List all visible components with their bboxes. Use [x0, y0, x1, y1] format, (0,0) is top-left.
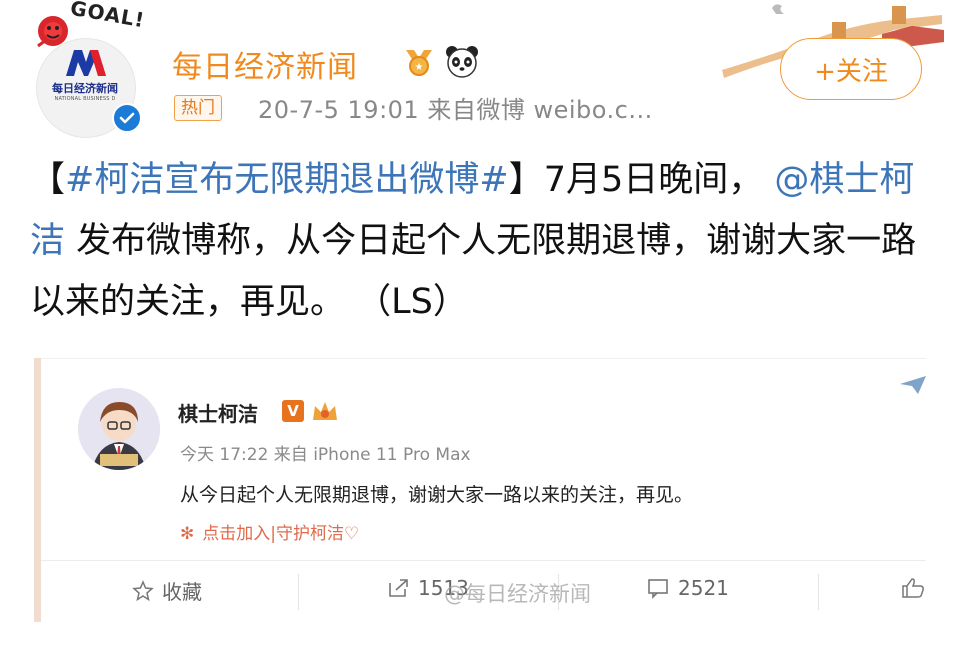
fan-group-link[interactable]: ✻ 点击加入|守护柯洁♡	[180, 519, 359, 544]
account-name[interactable]: 每日经济新闻	[172, 42, 358, 86]
verified-icon	[112, 103, 142, 133]
embed-top-border	[41, 358, 926, 359]
medal-badge-icon: ★	[406, 50, 432, 76]
avatar-logo-en: NATIONAL BUSINESS D	[54, 96, 116, 102]
comment-button[interactable]: 2521	[646, 576, 729, 600]
fan-group-label: 点击加入|守护柯洁♡	[202, 524, 360, 544]
star-icon	[132, 579, 154, 601]
weibo-watermark: @每日经济新闻	[444, 582, 591, 606]
panda-badge-icon	[446, 46, 478, 78]
post-text-b: 发布微博称，从今日起个人无限期退博，谢谢大家一路以来的关注，再见。 （LS）	[30, 221, 917, 322]
comment-count: 2521	[678, 576, 729, 600]
embedded-username[interactable]: 棋士柯洁	[178, 398, 258, 427]
action-separator	[818, 574, 819, 610]
verified-v-icon: V	[282, 400, 304, 422]
follow-button[interactable]: +关注	[780, 38, 922, 100]
bracket-close: 】	[508, 160, 544, 200]
bracket-open: 【	[30, 160, 66, 200]
embedded-meta: 今天 17:22 来自 iPhone 11 Pro Max	[180, 445, 471, 465]
action-separator	[298, 574, 299, 610]
vip-crown-icon	[313, 402, 337, 420]
embedded-text: 从今日起个人无限期退博，谢谢大家一路以来的关注，再见。	[180, 484, 694, 506]
post-meta: 20-7-5 19:01 来自微博 weibo.c...	[258, 96, 653, 124]
action-bar-divider	[41, 560, 926, 561]
embedded-avatar	[78, 388, 160, 470]
thumbs-up-icon	[902, 578, 924, 598]
cartoon-avatar-icon	[78, 388, 160, 470]
comment-icon	[648, 579, 668, 599]
paper-plane-icon	[900, 376, 926, 394]
hot-tag: 热门	[174, 95, 222, 121]
embed-left-bar	[34, 358, 41, 622]
flower-icon: ✻	[180, 524, 195, 544]
post-text: 【#柯洁宣布无限期退出微博#】7月5日晚间， @棋士柯洁 发布微博称，从今日起个…	[30, 150, 930, 333]
repost-icon	[389, 579, 408, 597]
favorite-label: 收藏	[162, 580, 202, 604]
svg-text:★: ★	[415, 62, 424, 73]
avatar-logo-cn: 每日经济新闻	[52, 82, 118, 95]
topic-link[interactable]: #柯洁宣布无限期退出微博#	[65, 160, 509, 200]
like-button[interactable]	[900, 576, 926, 600]
favorite-button[interactable]: 收藏	[132, 576, 202, 605]
nbd-logo-icon	[66, 50, 106, 76]
post-text-a: 7月5日晚间，	[543, 160, 764, 200]
